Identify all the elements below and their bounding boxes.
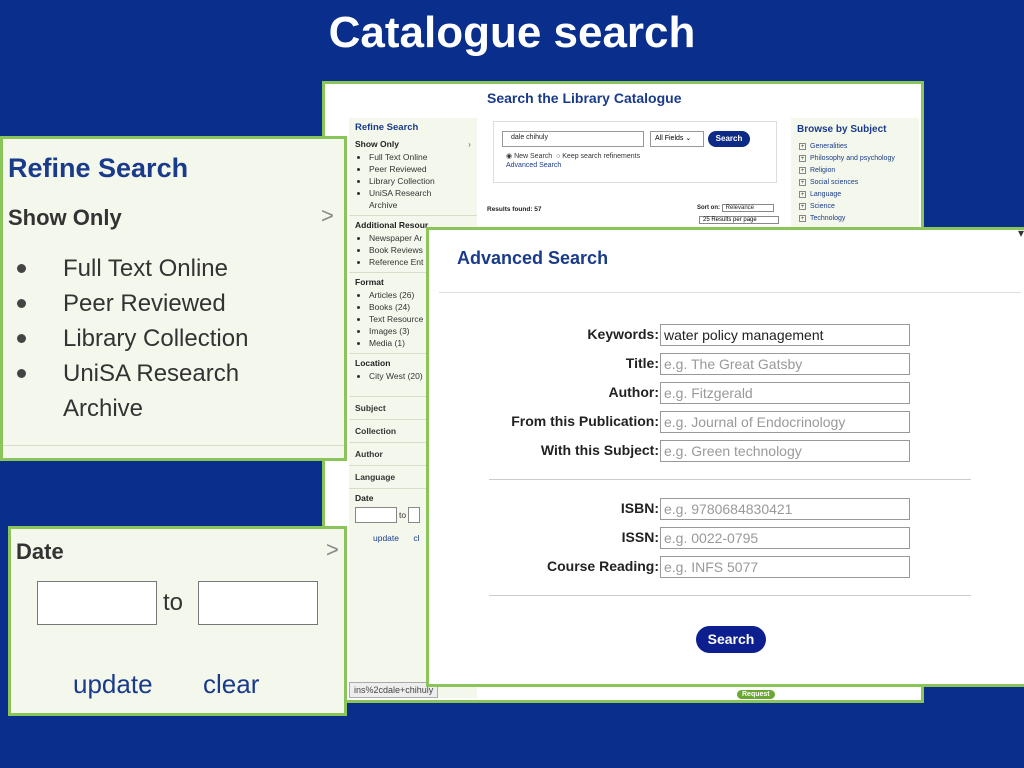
show-only-callout-header[interactable]: Show Only (8, 205, 122, 231)
search-input[interactable]: dale chihuly (502, 131, 644, 147)
show-only-item[interactable]: Peer Reviewed (369, 163, 471, 175)
date-callout-title: Date (16, 539, 64, 564)
show-only-callout-item[interactable]: Peer Reviewed (17, 286, 248, 321)
expand-icon: + (799, 191, 806, 198)
search-button[interactable]: Search (708, 131, 750, 147)
refine-callout-title: Refine Search (8, 153, 189, 183)
course-reading-label: Course Reading: (546, 558, 659, 574)
refine-title: Refine Search (355, 122, 419, 133)
show-only-callout-item[interactable]: Full Text Online (17, 251, 248, 286)
catalogue-heading: Search the Library Catalogue (487, 90, 682, 106)
close-icon[interactable]: ▾ (1018, 226, 1024, 240)
divider (489, 595, 971, 596)
publication-input[interactable] (660, 411, 910, 433)
date-clear-link[interactable]: cl (413, 533, 419, 543)
divider (3, 445, 344, 446)
browse-title: Browse by Subject (797, 124, 887, 135)
browse-item[interactable]: + Social sciences (799, 177, 919, 189)
chevron-right-icon[interactable]: > (321, 203, 334, 229)
course-reading-input[interactable] (660, 556, 910, 578)
show-only-callout-item-cont[interactable]: Archive (17, 391, 248, 426)
browse-item[interactable]: + Language (799, 189, 919, 201)
advanced-search-dialog: ▾ Advanced Search Keywords: Title: Autho… (426, 226, 1024, 687)
expand-icon: + (799, 215, 806, 222)
date-to-input[interactable] (408, 507, 421, 523)
advanced-search-link[interactable]: Advanced Search (506, 162, 561, 169)
date-from-input[interactable] (355, 507, 397, 523)
slide-title: Catalogue search (328, 8, 696, 57)
expand-icon: + (799, 203, 806, 210)
expand-icon: + (799, 155, 806, 162)
issn-label: ISSN: (621, 529, 659, 545)
chevron-down-icon: ⌄ (685, 135, 692, 142)
divider (439, 292, 1021, 293)
per-page-select[interactable]: 25 Results per page (699, 216, 779, 224)
expand-icon: + (799, 179, 806, 186)
isbn-input[interactable] (660, 498, 910, 520)
author-label: Author: (608, 384, 659, 400)
subject-label: With this Subject: (540, 442, 659, 458)
isbn-label: ISBN: (620, 500, 659, 516)
title-label: Title: (625, 355, 659, 371)
chevron-right-icon[interactable]: › (468, 139, 471, 149)
date-to-label: to (399, 510, 407, 520)
expand-icon: + (799, 143, 806, 150)
browse-item[interactable]: + Religion (799, 165, 919, 177)
show-only-callout-item[interactable]: UniSA Research (17, 356, 248, 391)
publication-label: From this Publication: (511, 413, 659, 429)
results-count: Results found: 57 (487, 206, 542, 213)
date-clear-link[interactable]: clear (203, 669, 259, 700)
advanced-search-button[interactable]: Search (696, 626, 766, 653)
date-to-label: to (163, 589, 184, 616)
date-from-field[interactable] (37, 581, 157, 625)
date-update-link[interactable]: update (373, 533, 399, 543)
search-mode-radios[interactable]: ◉ New Search ○ Keep search refinements (506, 152, 640, 160)
status-url: ins%2cdale+chihuly (349, 682, 439, 698)
show-only-item[interactable]: Full Text Online (369, 151, 471, 163)
title-input[interactable] (660, 353, 910, 375)
subject-input[interactable] (660, 440, 910, 462)
show-only-item[interactable]: UniSA ResearchArchive (369, 187, 471, 211)
date-callout: Date > to update clear (8, 526, 347, 716)
author-input[interactable] (660, 382, 910, 404)
sort-control[interactable]: Sort on: Relevance (697, 204, 774, 212)
request-button[interactable]: Request (737, 690, 775, 699)
date-to-field[interactable] (198, 581, 318, 625)
browse-item[interactable]: + Philosophy and psychology (799, 153, 919, 165)
field-select[interactable]: All Fields ⌄ (650, 131, 704, 147)
refine-search-callout: Refine Search Show Only > Full Text Onli… (0, 136, 347, 461)
issn-input[interactable] (660, 527, 910, 549)
date-update-link[interactable]: update (73, 669, 153, 700)
show-only-header[interactable]: Show Only (355, 139, 399, 149)
chevron-right-icon[interactable]: > (326, 537, 339, 563)
divider (489, 479, 971, 480)
browse-item[interactable]: + Technology (799, 213, 919, 225)
advanced-search-title: Advanced Search (457, 248, 609, 268)
show-only-item[interactable]: Library Collection (369, 175, 471, 187)
keywords-label: Keywords: (587, 326, 659, 342)
keywords-input[interactable] (660, 324, 910, 346)
browse-item[interactable]: + Generalities (799, 141, 919, 153)
expand-icon: + (799, 167, 806, 174)
browse-item[interactable]: + Science (799, 201, 919, 213)
show-only-callout-item[interactable]: Library Collection (17, 321, 248, 356)
search-box-panel: dale chihuly All Fields ⌄ Search ◉ New S… (493, 121, 777, 183)
